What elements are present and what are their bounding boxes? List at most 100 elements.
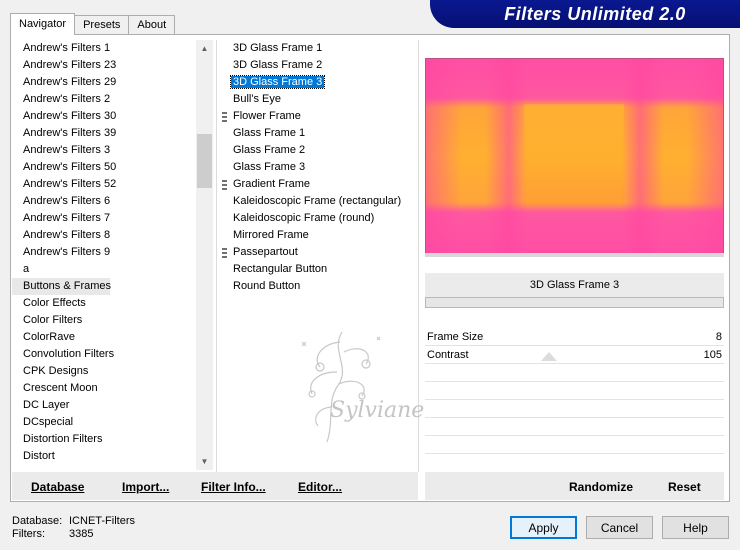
status-database: Database: ICNET-Filters <box>12 515 135 528</box>
filter-item[interactable]: Glass Frame 3 <box>220 159 416 176</box>
filter-item-label: 3D Glass Frame 2 <box>233 59 323 71</box>
status-value: ICNET-Filters <box>69 515 135 527</box>
preview-shadow <box>425 253 724 257</box>
param-contrast[interactable]: Contrast 105 <box>425 346 724 364</box>
tab-about[interactable]: About <box>128 15 176 35</box>
filter-item-label: Passepartout <box>233 246 298 258</box>
category-item[interactable]: ColorRave <box>12 329 197 346</box>
category-item[interactable]: a <box>12 261 197 278</box>
editor-button[interactable]: Editor... <box>298 480 342 494</box>
category-item[interactable]: Andrew's Filters 23 <box>12 57 197 74</box>
category-list[interactable]: Andrew's Filters 1 Andrew's Filters 23 And… <box>12 40 197 470</box>
filter-item-label: Bull's Eye <box>233 93 281 105</box>
filter-item[interactable]: Kaleidoscopic Frame (rectangular) <box>220 193 416 210</box>
param-label: Contrast <box>427 349 469 361</box>
category-item[interactable]: Andrew's Filters 2 <box>12 91 197 108</box>
filter-item-label: Flower Frame <box>233 110 301 122</box>
watermark-logo: Sylviane <box>301 331 424 443</box>
list-divider <box>216 40 217 472</box>
category-item[interactable]: Andrew's Filters 50 <box>12 159 197 176</box>
filter-item[interactable]: 3D Glass Frame 2 <box>220 57 416 74</box>
submenu-grip-icon <box>222 180 227 190</box>
tab-navigator[interactable]: Navigator <box>10 13 76 35</box>
category-item[interactable]: CPK Designs <box>12 363 197 380</box>
param-row-empty <box>425 417 724 418</box>
filter-item-label: Mirrored Frame <box>233 229 309 241</box>
filter-item[interactable]: Round Button <box>220 278 416 295</box>
app-title: Filters Unlimited 2.0 <box>504 3 686 24</box>
filter-item[interactable]: Gradient Frame <box>220 176 416 193</box>
param-row-empty <box>425 435 724 436</box>
category-item[interactable]: Buttons & Frames <box>12 278 111 295</box>
scroll-thumb[interactable] <box>197 134 212 188</box>
filter-item[interactable]: Mirrored Frame <box>220 227 416 244</box>
filter-name-label: 3D Glass Frame 3 <box>425 273 724 297</box>
filter-item[interactable]: 3D Glass Frame 3 <box>220 74 416 91</box>
category-item[interactable]: Andrew's Filters 6 <box>12 193 197 210</box>
scroll-down-icon[interactable]: ▼ <box>196 453 213 470</box>
filter-item-label: Kaleidoscopic Frame (rectangular) <box>233 195 402 207</box>
category-item[interactable]: Andrew's Filters 3 <box>12 142 197 159</box>
param-value: 105 <box>703 349 722 361</box>
category-item[interactable]: DCspecial <box>12 414 197 431</box>
randomize-button[interactable]: Randomize <box>569 480 633 494</box>
import-button[interactable]: Import... <box>122 480 169 494</box>
category-item[interactable]: Color Filters <box>12 312 197 329</box>
category-item[interactable]: Andrew's Filters 29 <box>12 74 197 91</box>
filter-info-button[interactable]: Filter Info... <box>201 480 266 494</box>
category-item[interactable]: Andrew's Filters 52 <box>12 176 197 193</box>
category-item[interactable]: Distortion Filters <box>12 431 197 448</box>
category-scrollbar[interactable]: ▲ ▼ <box>196 40 213 470</box>
slider-marker-icon <box>541 352 557 361</box>
submenu-grip-icon <box>222 112 227 122</box>
filter-item-label: Round Button <box>233 280 301 292</box>
watermark-text: Sylviane <box>330 398 424 423</box>
filter-item-label: Glass Frame 3 <box>233 161 306 173</box>
tab-presets[interactable]: Presets <box>74 15 130 35</box>
category-item[interactable]: Andrew's Filters 30 <box>12 108 197 125</box>
status-value: 3385 <box>69 528 94 540</box>
tab-strip: Navigator Presets About <box>10 13 176 35</box>
cancel-button[interactable]: Cancel <box>586 516 653 539</box>
status-filters: Filters: 3385 <box>12 528 93 541</box>
database-button[interactable]: Database <box>31 480 84 494</box>
param-row-empty <box>425 453 724 454</box>
category-item[interactable]: Andrew's Filters 39 <box>12 125 197 142</box>
param-row-empty <box>425 399 724 400</box>
filter-preview <box>425 58 724 254</box>
filter-item-label: 3D Glass Frame 1 <box>233 42 323 54</box>
reset-button[interactable]: Reset <box>668 480 701 494</box>
category-item[interactable]: Color Effects <box>12 295 197 312</box>
filter-item-label: Glass Frame 2 <box>233 144 306 156</box>
category-item[interactable]: Crescent Moon <box>12 380 197 397</box>
category-item[interactable]: Andrew's Filters 9 <box>12 244 197 261</box>
filter-item[interactable]: Passepartout <box>220 244 416 261</box>
param-frame-size[interactable]: Frame Size 8 <box>425 328 724 346</box>
status-label: Database: <box>12 515 63 527</box>
filter-item[interactable]: Bull's Eye <box>220 91 416 108</box>
category-item[interactable]: Andrew's Filters 7 <box>12 210 197 227</box>
filter-item[interactable]: Flower Frame <box>220 108 416 125</box>
category-item[interactable]: Andrew's Filters 8 <box>12 227 197 244</box>
category-item[interactable]: Distort <box>12 448 197 465</box>
filter-item-label: Gradient Frame <box>233 178 311 190</box>
filter-item[interactable]: Glass Frame 2 <box>220 142 416 159</box>
status-label: Filters: <box>12 528 45 540</box>
param-label: Frame Size <box>427 331 484 343</box>
param-row-empty <box>425 381 724 382</box>
filter-item[interactable]: 3D Glass Frame 1 <box>220 40 416 57</box>
progress-bar <box>425 297 724 308</box>
param-value: 8 <box>715 331 722 343</box>
scroll-up-icon[interactable]: ▲ <box>196 40 213 57</box>
submenu-grip-icon <box>222 248 227 258</box>
category-item[interactable]: Convolution Filters <box>12 346 197 363</box>
filter-item-label: Rectangular Button <box>233 263 328 275</box>
help-button[interactable]: Help <box>662 516 729 539</box>
filter-item-label: Glass Frame 1 <box>233 127 306 139</box>
filter-item[interactable]: Glass Frame 1 <box>220 125 416 142</box>
apply-button[interactable]: Apply <box>510 516 577 539</box>
filter-item[interactable]: Rectangular Button <box>220 261 416 278</box>
category-item[interactable]: DC Layer <box>12 397 197 414</box>
category-item[interactable]: Andrew's Filters 1 <box>12 40 197 57</box>
filter-item[interactable]: Kaleidoscopic Frame (round) <box>220 210 416 227</box>
